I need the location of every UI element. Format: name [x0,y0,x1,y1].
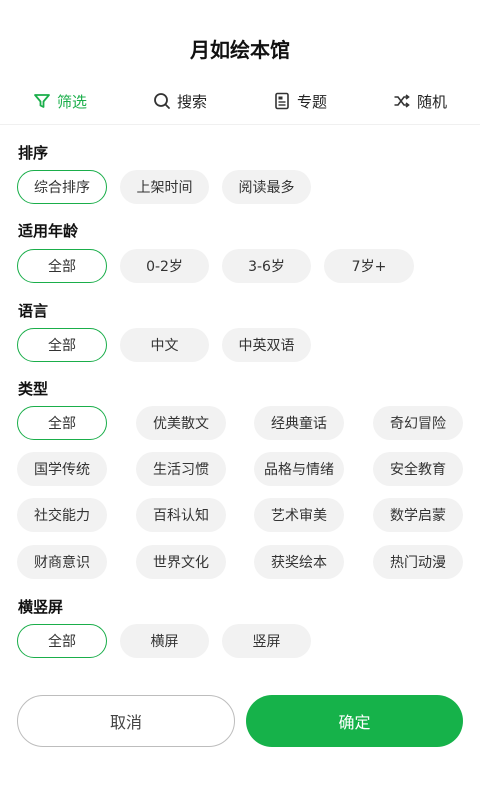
chip-category-7[interactable]: 安全教育 [373,452,463,486]
tab-search-label: 搜索 [176,92,207,111]
document-icon [273,92,291,110]
chip-category-11[interactable]: 数学启蒙 [373,498,463,532]
shuffle-icon [393,92,411,110]
filter-icon [33,92,51,110]
chip-age-1[interactable]: 0-2岁 [120,249,209,283]
chip-category-9[interactable]: 百科认知 [136,498,226,532]
section-title-category: 类型 [18,380,49,398]
page-title: 月如绘本馆 [190,37,290,62]
tab-filter[interactable]: 筛选 [33,91,87,112]
chip-category-12[interactable]: 财商意识 [17,545,107,579]
chip-category-0[interactable]: 全部 [17,406,107,440]
chip-age-2[interactable]: 3-6岁 [222,249,311,283]
chip-sort-0[interactable]: 综合排序 [17,170,107,204]
section-title-language: 语言 [18,302,49,320]
chip-category-4[interactable]: 国学传统 [17,452,107,486]
chip-orientation-2[interactable]: 竖屏 [222,624,311,658]
tab-topic[interactable]: 专题 [273,91,327,112]
chip-language-2[interactable]: 中英双语 [222,328,311,362]
chip-sort-2[interactable]: 阅读最多 [222,170,311,204]
chip-language-1[interactable]: 中文 [120,328,209,362]
search-icon [153,92,171,110]
tab-random[interactable]: 随机 [393,91,447,112]
chip-category-2[interactable]: 经典童话 [254,406,344,440]
cancel-button[interactable]: 取消 [17,695,235,747]
tab-topic-label: 专题 [296,92,327,111]
chip-category-15[interactable]: 热门动漫 [373,545,463,579]
confirm-button[interactable]: 确定 [246,695,463,747]
chip-category-13[interactable]: 世界文化 [136,545,226,579]
chip-orientation-1[interactable]: 横屏 [120,624,209,658]
chip-category-8[interactable]: 社交能力 [17,498,107,532]
tab-search[interactable]: 搜索 [153,91,207,112]
tab-filter-label: 筛选 [56,92,87,111]
section-title-orientation: 横竖屏 [18,598,64,616]
tab-random-label: 随机 [416,92,447,111]
tab-bar: 筛选 搜索 专题 随机 [0,78,480,125]
chip-language-0[interactable]: 全部 [17,328,107,362]
chip-category-14[interactable]: 获奖绘本 [254,545,344,579]
section-title-age: 适用年龄 [18,222,79,240]
chip-category-6[interactable]: 品格与情绪 [254,452,344,486]
chip-category-5[interactable]: 生活习惯 [136,452,226,486]
chip-category-10[interactable]: 艺术审美 [254,498,344,532]
chip-category-1[interactable]: 优美散文 [136,406,226,440]
chip-age-0[interactable]: 全部 [17,249,107,283]
chip-orientation-0[interactable]: 全部 [17,624,107,658]
section-title-sort: 排序 [18,144,49,162]
chip-age-3[interactable]: 7岁+ [324,249,414,283]
chip-category-3[interactable]: 奇幻冒险 [373,406,463,440]
chip-sort-1[interactable]: 上架时间 [120,170,209,204]
